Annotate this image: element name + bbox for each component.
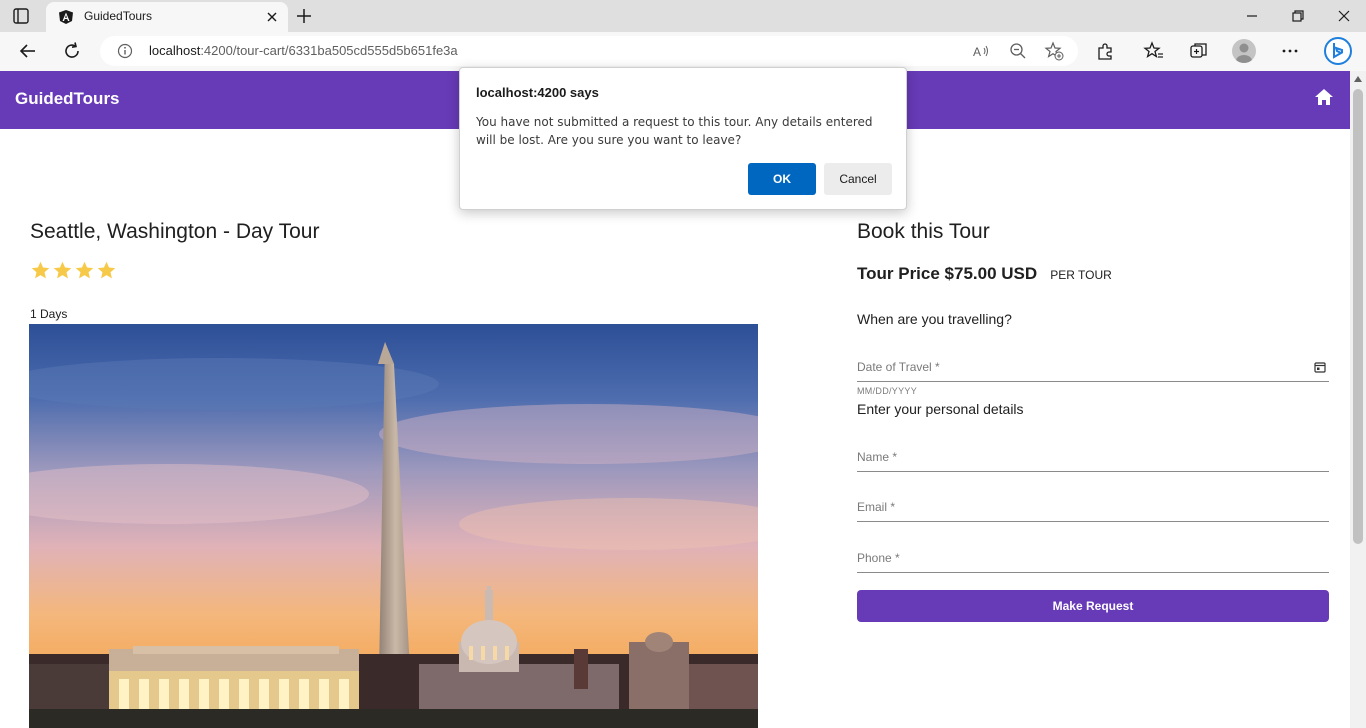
date-hint: MM/DD/YYYY: [857, 386, 918, 396]
avatar[interactable]: [1232, 39, 1256, 63]
tour-duration: 1 Days: [30, 307, 68, 321]
scroll-up-icon[interactable]: [1354, 76, 1362, 82]
more-icon[interactable]: [1279, 40, 1301, 62]
address-bar[interactable]: localhost:4200/tour-cart/6331ba505cd555d…: [100, 36, 1078, 66]
tour-title: Seattle, Washington - Day Tour: [30, 220, 320, 243]
url-text: localhost:4200/tour-cart/6331ba505cd555d…: [149, 43, 458, 58]
calendar-icon[interactable]: [1314, 361, 1326, 373]
make-request-button[interactable]: Make Request: [857, 590, 1329, 622]
name-label: Name *: [857, 450, 898, 464]
browser-toolbar: localhost:4200/tour-cart/6331ba505cd555d…: [0, 32, 1366, 71]
collections-icon[interactable]: [1188, 40, 1210, 62]
dialog-message: You have not submitted a request to this…: [476, 115, 873, 147]
phone-label: Phone *: [857, 551, 900, 565]
book-heading: Book this Tour: [857, 220, 990, 243]
per-tour-label: PER TOUR: [1050, 268, 1112, 282]
info-icon[interactable]: [117, 43, 133, 59]
star-icon: [31, 261, 50, 279]
when-label: When are you travelling?: [857, 311, 1012, 327]
minimize-icon[interactable]: [1242, 6, 1262, 26]
price-row: Tour Price $75.00 USD PER TOUR: [857, 264, 1112, 284]
phone-field[interactable]: Phone *: [857, 545, 1329, 573]
app-brand[interactable]: GuidedTours: [15, 89, 120, 109]
rating-stars: [30, 260, 118, 284]
name-field[interactable]: Name *: [857, 444, 1329, 472]
angular-icon: [59, 10, 73, 24]
star-icon: [97, 261, 116, 279]
email-field[interactable]: Email *: [857, 494, 1329, 522]
page-scrollbar[interactable]: [1350, 71, 1366, 728]
tab-actions-icon[interactable]: [12, 7, 30, 25]
plus-icon[interactable]: [294, 6, 314, 26]
tour-image: [29, 324, 758, 728]
date-of-travel-field[interactable]: Date of Travel *: [857, 354, 1329, 382]
refresh-icon[interactable]: [61, 40, 83, 62]
cancel-button[interactable]: Cancel: [824, 163, 892, 195]
star-icon: [75, 261, 94, 279]
bing-icon[interactable]: [1323, 36, 1353, 66]
dialog-title: localhost:4200 says: [476, 85, 599, 100]
date-of-travel-label: Date of Travel *: [857, 360, 940, 374]
read-aloud-icon[interactable]: A: [972, 42, 990, 60]
favorites-icon[interactable]: [1143, 40, 1165, 62]
zoom-out-icon[interactable]: [1009, 42, 1027, 60]
tab-title: GuidedTours: [84, 9, 153, 23]
restore-icon[interactable]: [1288, 6, 1308, 26]
email-label: Email *: [857, 500, 896, 514]
close-icon[interactable]: [264, 9, 280, 25]
tour-price: Tour Price $75.00 USD: [857, 264, 1038, 283]
extensions-icon[interactable]: [1094, 40, 1116, 62]
close-window-icon[interactable]: [1334, 6, 1354, 26]
scroll-thumb[interactable]: [1353, 89, 1363, 544]
browser-tab[interactable]: GuidedTours: [46, 2, 288, 32]
home-icon[interactable]: [1313, 86, 1335, 108]
add-favorite-icon[interactable]: [1044, 41, 1064, 61]
ok-button[interactable]: OK: [748, 163, 816, 195]
back-icon[interactable]: [17, 40, 39, 62]
tab-strip: GuidedTours: [0, 0, 1366, 32]
personal-details-label: Enter your personal details: [857, 401, 1024, 417]
confirm-dialog: localhost:4200 says You have not submitt…: [459, 67, 907, 210]
svg-text:A: A: [973, 45, 981, 59]
star-icon: [53, 261, 72, 279]
